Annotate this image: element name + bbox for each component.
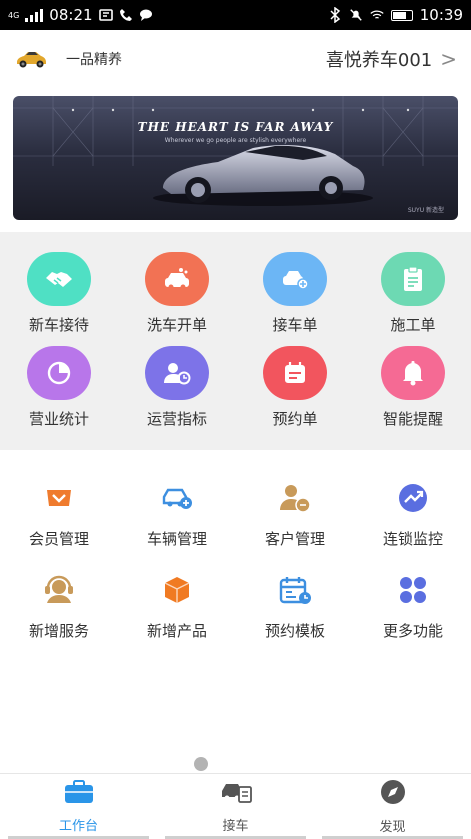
function-member-management[interactable]: 会员管理	[0, 478, 118, 549]
chevron-right-icon: >	[440, 47, 457, 71]
quick-action-label: 洗车开单	[146, 316, 207, 334]
battery-icon	[390, 9, 413, 21]
tab-label: 接车	[222, 819, 249, 834]
quick-action-new-car-reception[interactable]: 新车接待	[0, 252, 118, 335]
quick-action-appointment[interactable]: 预约单	[236, 346, 354, 429]
tab-discover[interactable]: 发现	[314, 774, 471, 839]
function-label: 客户管理	[264, 530, 325, 548]
function-more[interactable]: 更多功能	[354, 570, 471, 641]
tab-workbench[interactable]: 工作台	[0, 774, 157, 839]
function-label: 会员管理	[28, 530, 89, 548]
banner-title: THE HEART IS FAR AWAY	[137, 120, 334, 134]
handshake-icon	[27, 252, 91, 306]
function-label: 预约模板	[264, 622, 325, 640]
message-icon	[139, 8, 153, 22]
quick-action-label: 预约单	[272, 410, 318, 428]
quick-action-pickup-order[interactable]: 接车单	[236, 252, 354, 335]
grid-more-icon	[393, 570, 433, 610]
function-label: 新增服务	[28, 622, 89, 640]
customer-icon	[275, 478, 315, 518]
notification-icon	[98, 8, 113, 22]
quick-action-label: 智能提醒	[382, 410, 443, 428]
bell-icon	[381, 346, 445, 400]
banner-subtitle: Wherever we go people are stylish everyw…	[164, 137, 307, 144]
headset-icon	[39, 570, 79, 610]
quick-action-car-wash[interactable]: 洗车开单	[118, 252, 236, 335]
function-customer-management[interactable]: 客户管理	[236, 478, 354, 549]
compass-icon	[379, 778, 407, 810]
page-indicator-dot[interactable]	[194, 757, 208, 771]
user-stats-icon	[145, 346, 209, 400]
quick-action-label: 营业统计	[28, 410, 89, 428]
signal-icon	[25, 8, 44, 22]
function-label: 新增产品	[146, 622, 207, 640]
function-grid: 会员管理 车辆管理 客户管理 连锁监控 新增服务 新增产品 预约模板 更多功能	[0, 450, 471, 660]
briefcase-icon	[63, 779, 95, 809]
clipboard-icon	[381, 252, 445, 306]
status-time-right: 10:39	[419, 6, 463, 24]
quick-action-business-stats[interactable]: 营业统计	[0, 346, 118, 429]
quick-action-label: 新车接待	[28, 316, 89, 334]
status-time-left: 08:21	[49, 6, 93, 24]
tab-label: 工作台	[58, 819, 98, 834]
function-add-service[interactable]: 新增服务	[0, 570, 118, 641]
quick-action-work-order[interactable]: 施工单	[354, 252, 471, 335]
banner-background-art	[13, 96, 458, 206]
car-manage-icon	[157, 478, 197, 518]
quick-actions-section: 新车接待 洗车开单 接车单 施工单 营业统计 运营指标 预约单 智能提醒	[0, 232, 471, 450]
wifi-icon	[370, 8, 384, 22]
car-wash-icon	[145, 252, 209, 306]
car-receive-icon	[219, 779, 253, 809]
tab-label: 发现	[379, 820, 406, 835]
banner-brand: SUYU 新造型	[407, 207, 444, 214]
app-header: 一品精养 喜悦养车001 >	[0, 30, 471, 88]
function-label: 车辆管理	[146, 530, 207, 548]
quick-action-label: 运营指标	[146, 410, 207, 428]
car-logo-icon	[14, 48, 48, 70]
store-selector[interactable]: 喜悦养车001 >	[326, 46, 457, 72]
pie-chart-icon	[27, 346, 91, 400]
quick-action-label: 接车单	[272, 316, 318, 334]
quick-action-label: 施工单	[390, 316, 436, 334]
shop-name: 一品精养	[66, 52, 122, 68]
function-add-product[interactable]: 新增产品	[118, 570, 236, 641]
trend-icon	[393, 478, 433, 518]
quick-action-operation-metrics[interactable]: 运营指标	[118, 346, 236, 429]
promo-banner[interactable]: THE HEART IS FAR AWAY Wherever we go peo…	[13, 96, 458, 220]
store-name: 喜悦养车001	[325, 50, 433, 71]
calendar-template-icon	[275, 570, 315, 610]
silent-icon	[349, 8, 363, 22]
quick-action-smart-reminder[interactable]: 智能提醒	[354, 346, 471, 429]
function-chain-monitor[interactable]: 连锁监控	[354, 478, 471, 549]
vip-diamond-icon	[39, 478, 79, 518]
box-icon	[157, 570, 197, 610]
bottom-tab-bar: 工作台 接车 发现	[0, 773, 471, 839]
function-label: 更多功能	[382, 622, 443, 640]
network-type: 4G	[8, 10, 20, 20]
car-add-icon	[263, 252, 327, 306]
function-vehicle-management[interactable]: 车辆管理	[118, 478, 236, 549]
function-appointment-template[interactable]: 预约模板	[236, 570, 354, 641]
status-bar: 4G 08:21 10:39	[0, 0, 471, 30]
calendar-icon	[263, 346, 327, 400]
function-label: 连锁监控	[382, 530, 443, 548]
bluetooth-icon	[328, 7, 342, 23]
tab-car-receive[interactable]: 接车	[157, 774, 314, 839]
phone-icon	[119, 8, 133, 22]
app-screen: 4G 08:21 10:39 一品精养 喜悦养车001 > THE HEART …	[0, 0, 471, 839]
